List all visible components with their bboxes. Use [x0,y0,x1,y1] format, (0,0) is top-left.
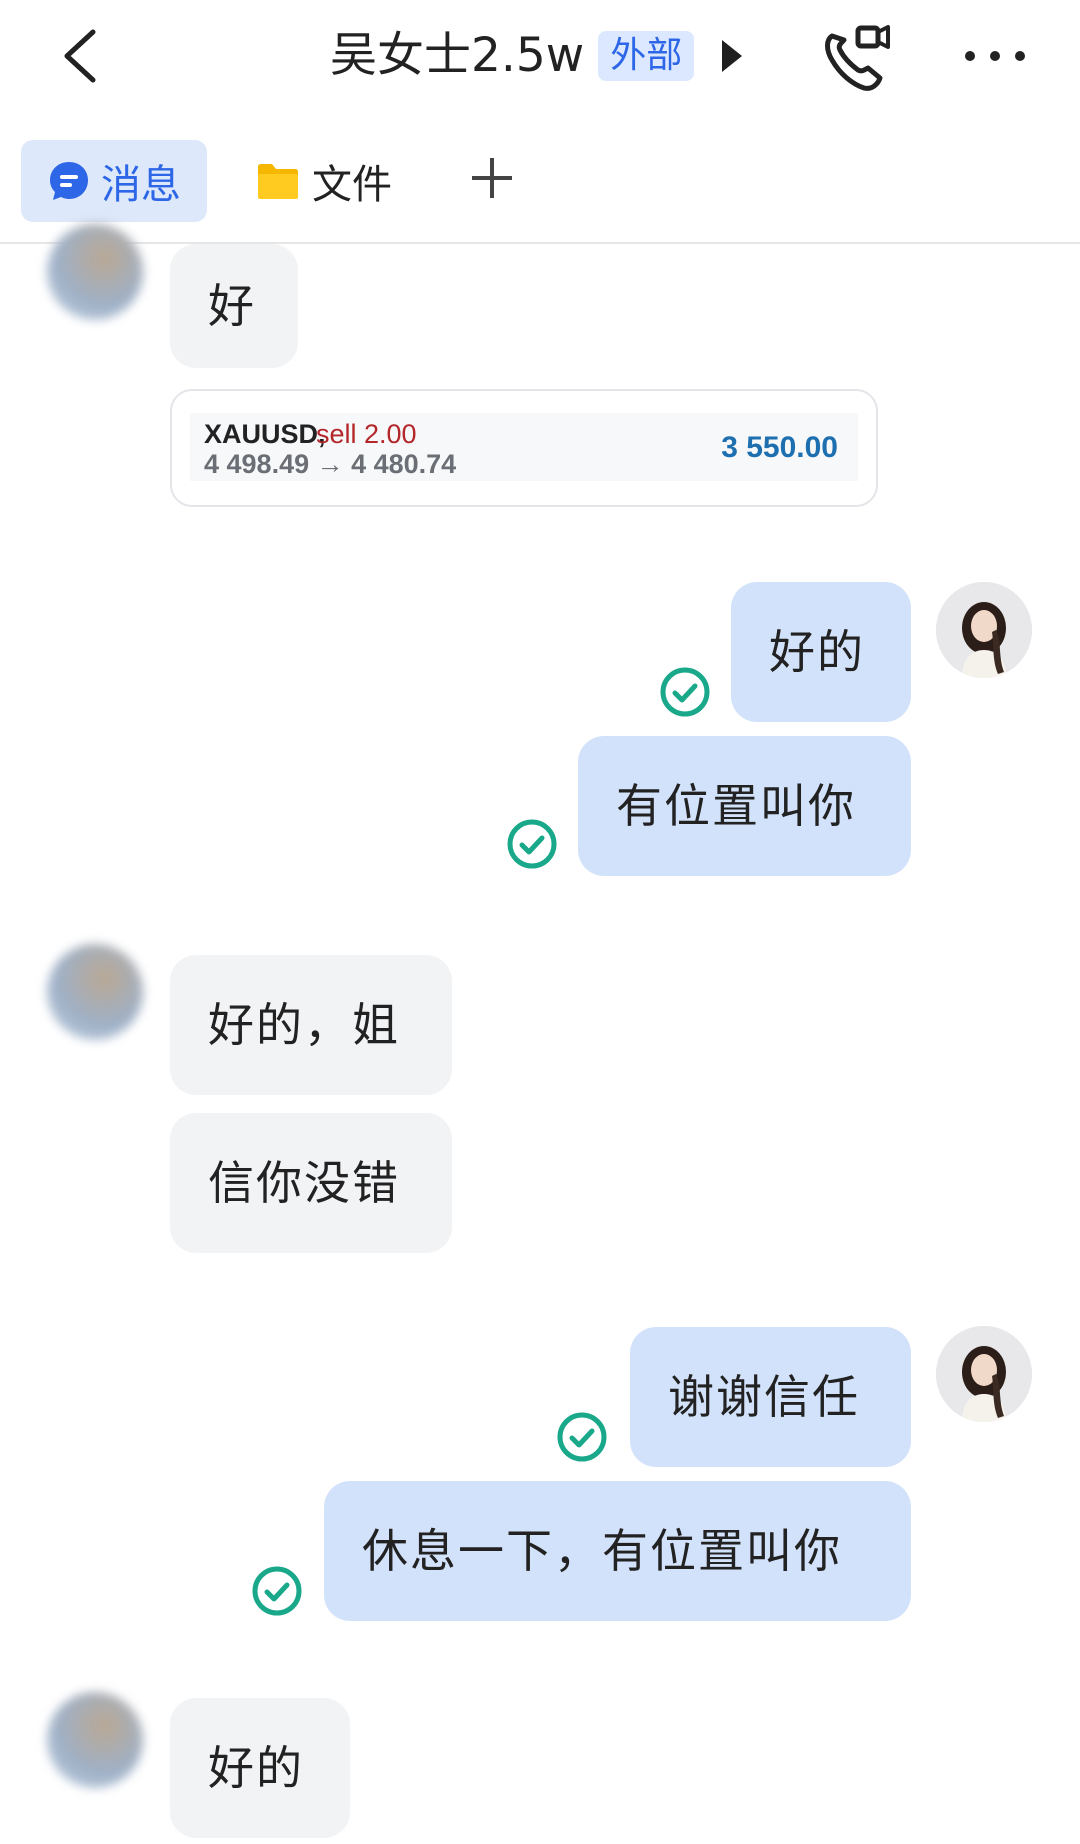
trade-profit: 3 550.00 [721,431,838,464]
contact-avatar[interactable] [47,944,143,1040]
read-check-icon [659,666,711,718]
read-check-icon [251,1565,303,1617]
folder-icon [258,164,298,199]
chat-header: 吴女士2.5w 外部 [0,0,1080,112]
trade-row: XAUUSD, sell 2.00 4 498.49 → 4 480.74 3 … [190,413,858,481]
message-bubble-outgoing[interactable]: 休息一下，有位置叫你 [324,1481,911,1621]
back-icon[interactable] [55,24,115,88]
message-bubble-outgoing[interactable]: 有位置叫你 [578,736,911,876]
read-check-icon [556,1411,608,1463]
contact-avatar[interactable] [47,1692,143,1788]
expand-arrow-icon[interactable] [722,40,743,72]
message-bubble-outgoing[interactable]: 好的 [731,582,911,722]
trade-symbol: XAUUSD, [204,419,326,449]
tab-files-label: 文件 [312,162,392,208]
chat-title-group[interactable]: 吴女士2.5w 外部 [330,24,743,88]
more-options-icon[interactable] [960,36,1030,76]
message-bubble-incoming[interactable]: 好的 [170,1698,350,1838]
header-divider [0,242,1080,244]
trade-prices: 4 498.49 → 4 480.74 [204,449,457,479]
contact-avatar[interactable] [47,224,143,320]
tab-messages-label: 消息 [101,162,181,208]
message-bubble-outgoing[interactable]: 谢谢信任 [630,1327,911,1467]
tab-files[interactable]: 文件 [256,140,392,222]
message-bubble-incoming[interactable]: 好的，姐 [170,955,452,1095]
my-avatar[interactable] [936,582,1032,678]
message-bubble-incoming[interactable]: 好 [170,244,298,368]
message-bubble-incoming[interactable]: 信你没错 [170,1113,452,1253]
message-bubble-icon [50,162,88,200]
phone-video-icon[interactable] [818,22,892,94]
read-check-icon [506,818,558,870]
chat-title: 吴女士2.5w [330,28,585,83]
tab-bar: 消息 文件 [0,138,1080,238]
tab-messages[interactable]: 消息 [21,140,207,222]
trade-action: sell 2.00 [316,419,417,449]
add-tab-icon[interactable] [468,154,516,202]
trade-screenshot-card[interactable]: XAUUSD, sell 2.00 4 498.49 → 4 480.74 3 … [170,389,878,507]
my-avatar[interactable] [936,1326,1032,1422]
external-badge: 外部 [598,31,695,81]
